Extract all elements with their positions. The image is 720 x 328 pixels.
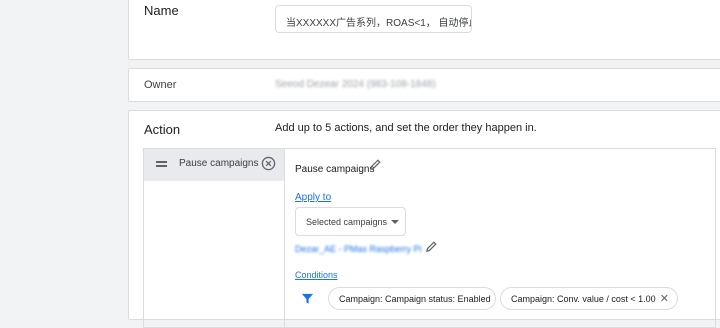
conditions-label[interactable]: Conditions <box>295 270 338 280</box>
action-item-pause-campaigns[interactable]: Pause campaigns <box>144 149 285 181</box>
pencil-icon[interactable] <box>369 158 382 171</box>
action-list: Pause campaigns <box>143 148 285 328</box>
condition-chip[interactable]: Campaign: Campaign status: Enabled <box>328 287 496 310</box>
caret-down-icon <box>391 220 399 224</box>
action-description: Add up to 5 actions, and set the order t… <box>275 122 537 134</box>
name-section: Name 当XXXXXX广告系列，ROAS<1， 自动停止投放 <box>128 0 720 60</box>
apply-to-label[interactable]: Apply to <box>295 192 331 203</box>
owner-label: Owner <box>144 79 177 91</box>
name-label: Name <box>144 3 179 18</box>
remove-circle-icon[interactable] <box>261 156 276 171</box>
owner-value: Seeod Dezear 2024 (983-108-1848) <box>275 79 436 90</box>
pencil-icon[interactable] <box>425 240 438 253</box>
selected-campaign-link[interactable]: Dezar_AE - PMax Raspberry Pi <box>295 244 422 254</box>
action-item-label: Pause campaigns <box>179 158 259 169</box>
condition-chip[interactable]: Campaign: Conv. value / cost < 1.00 ✕ <box>500 287 678 310</box>
drag-handle-icon[interactable] <box>156 161 167 167</box>
filter-icon <box>301 293 314 304</box>
apply-to-dropdown[interactable]: Selected campaigns <box>295 207 406 236</box>
apply-to-value: Selected campaigns <box>306 217 388 227</box>
rule-name-input[interactable]: 当XXXXXX广告系列，ROAS<1， 自动停止投放 <box>275 5 472 33</box>
action-section: Action Add up to 5 actions, and set the … <box>128 110 720 328</box>
action-detail-panel: Pause campaigns Apply to Selected campai… <box>284 148 716 328</box>
action-detail-title: Pause campaigns <box>295 164 375 175</box>
owner-section: Owner Seeod Dezear 2024 (983-108-1848) <box>128 68 720 102</box>
condition-chip-label: Campaign: Conv. value / cost < 1.00 <box>511 294 656 304</box>
action-label: Action <box>144 122 181 137</box>
condition-chip-label: Campaign: Campaign status: Enabled <box>339 294 491 304</box>
close-icon[interactable]: ✕ <box>660 292 669 305</box>
